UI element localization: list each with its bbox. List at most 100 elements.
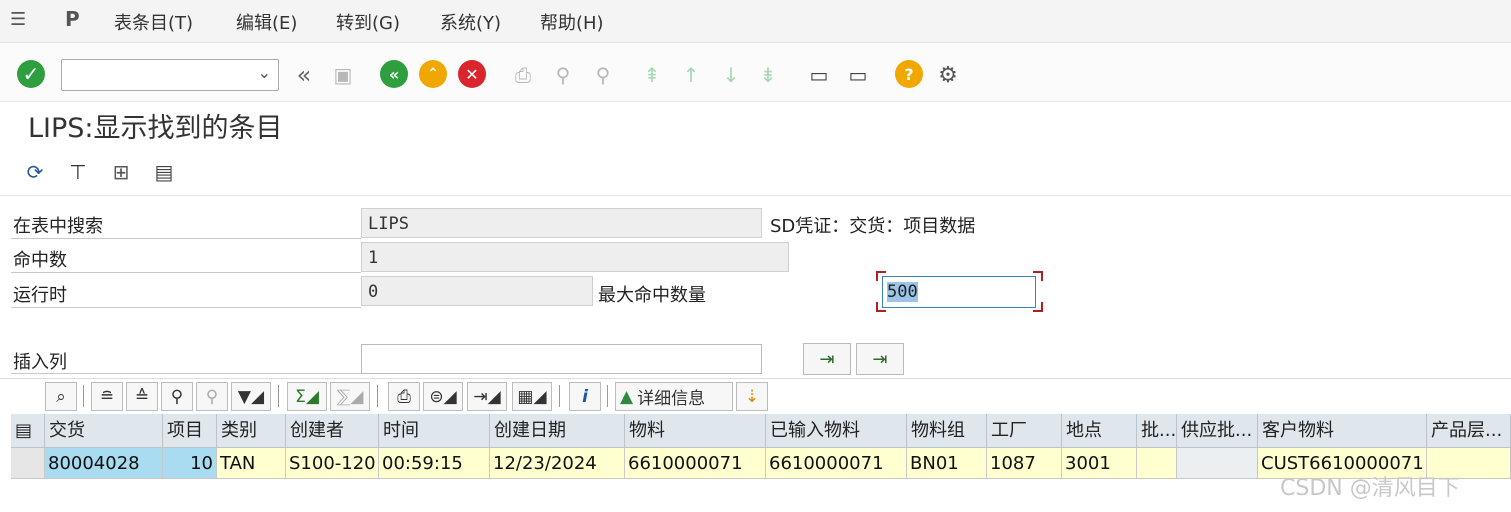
hits-field: 1 xyxy=(361,242,789,272)
help-icon[interactable]: ? xyxy=(895,60,923,88)
shortcut-icon[interactable]: ▭ xyxy=(843,60,873,90)
menu-system[interactable]: 系统(Y) xyxy=(440,9,501,35)
table-cell[interactable]: TAN xyxy=(217,448,286,479)
column-header[interactable]: 工厂 xyxy=(987,414,1062,448)
table-cell[interactable]: 3001 xyxy=(1062,448,1137,479)
table-cell[interactable]: 6610000071 xyxy=(766,448,907,479)
column-header[interactable]: 交货 xyxy=(45,414,163,448)
application-toolbar: ⟳ ⊤ ⊞ ▤ xyxy=(0,148,1511,196)
column-header[interactable]: 已输入物料 xyxy=(766,414,907,448)
first-page-icon[interactable]: ⇞ xyxy=(637,60,667,90)
info-icon[interactable]: i xyxy=(569,382,601,411)
find-next-icon[interactable]: ⚲ xyxy=(588,60,618,90)
next-page-icon[interactable]: ↓ xyxy=(716,60,746,90)
views-icon[interactable]: ⊜◢ xyxy=(423,382,463,411)
insert-icon: ⇥ xyxy=(819,348,835,370)
row-selector[interactable] xyxy=(11,448,45,479)
menu-bar: ☰ P 表条目(T) 编辑(E) 转到(G) 系统(Y) 帮助(H) xyxy=(0,0,1511,43)
column-header[interactable]: 产品层... xyxy=(1427,414,1511,448)
sort-descending-icon[interactable]: ≙ xyxy=(126,382,158,411)
watermark: CSDN @清风目下 xyxy=(1280,476,1460,501)
select-all-icon[interactable]: ▤ xyxy=(11,414,45,448)
column-header[interactable]: 供应批... xyxy=(1177,414,1258,448)
column-header[interactable]: 项目 xyxy=(163,414,217,448)
divider xyxy=(11,238,361,239)
table-description: SD凭证：交货：项目数据 xyxy=(770,216,976,237)
separator xyxy=(607,385,608,407)
detail-info-button[interactable]: ▲ 详细信息 xyxy=(615,382,733,411)
export-icon[interactable]: ⇥◢ xyxy=(467,382,507,411)
sort-drill-icon[interactable]: ⇣ xyxy=(736,382,768,411)
sort-ascending-icon[interactable]: ≘ xyxy=(91,382,123,411)
table-cell[interactable]: 6610000071 xyxy=(625,448,766,479)
table-cell[interactable]: S100-120 xyxy=(286,448,379,479)
runtime-label: 运行时 xyxy=(13,285,67,306)
column-header[interactable]: 类别 xyxy=(217,414,286,448)
refresh-icon[interactable]: ⟳ xyxy=(21,158,49,186)
focus-corner xyxy=(876,271,886,281)
sap-p-icon[interactable]: P xyxy=(65,7,80,31)
table-cell[interactable] xyxy=(1137,448,1177,479)
insert-column-label: 插入列 xyxy=(13,352,67,373)
selection-criteria-icon[interactable]: ⊤ xyxy=(64,158,92,186)
menu-help[interactable]: 帮助(H) xyxy=(540,9,604,35)
save-icon[interactable]: ▣ xyxy=(328,60,358,90)
menu-edit[interactable]: 编辑(E) xyxy=(236,9,297,35)
find-next-icon[interactable]: ⚲ xyxy=(196,382,228,411)
table-cell[interactable]: 80004028 xyxy=(45,448,163,479)
focus-corner xyxy=(1033,302,1043,312)
menu-table-entry[interactable]: 表条目(T) xyxy=(114,9,193,35)
back-double-icon[interactable]: « xyxy=(289,60,319,90)
max-hits-label: 最大命中数量 xyxy=(598,285,706,306)
max-hits-value: 500 xyxy=(887,282,918,302)
table-cell[interactable]: 10 xyxy=(163,448,217,479)
page-title: LIPS:显示找到的条目 xyxy=(28,113,283,144)
column-header[interactable]: 地点 xyxy=(1062,414,1137,448)
prev-page-icon[interactable]: ↑ xyxy=(676,60,706,90)
layout-icon[interactable]: ▦◢ xyxy=(512,382,552,411)
command-field[interactable]: ⌄ xyxy=(61,59,279,91)
column-header[interactable]: 时间 xyxy=(379,414,490,448)
column-header[interactable]: 创建者 xyxy=(286,414,379,448)
back-icon[interactable]: « xyxy=(380,60,408,88)
table-cell[interactable]: 1087 xyxy=(987,448,1062,479)
insert-column-input[interactable] xyxy=(361,344,762,374)
column-header[interactable]: 创建日期 xyxy=(490,414,625,448)
create-session-icon[interactable]: ▭ xyxy=(804,60,834,90)
table-cell[interactable]: 12/23/2024 xyxy=(490,448,625,479)
column-header[interactable]: 批... xyxy=(1137,414,1177,448)
insert-column-button[interactable]: ⇥ xyxy=(803,343,851,375)
last-page-icon[interactable]: ⇟ xyxy=(753,60,783,90)
alv-toolbar: ⌕ ≘ ≙ ⚲ ⚲ ▼◢ Σ◢ ⅀◢ ⎙ ⊜◢ ⇥◢ ▦◢ i ▲ 详细信息 ⇣ xyxy=(0,378,1511,415)
separator xyxy=(377,385,378,407)
find-icon[interactable]: ⚲ xyxy=(548,60,578,90)
table-cell[interactable]: BN01 xyxy=(907,448,987,479)
cancel-icon[interactable]: ✕ xyxy=(458,60,486,88)
find-icon[interactable]: ⚲ xyxy=(161,382,193,411)
menu-goto[interactable]: 转到(G) xyxy=(336,9,400,35)
column-header[interactable]: 客户物料 xyxy=(1258,414,1427,448)
subtotal-icon[interactable]: ⅀◢ xyxy=(330,382,370,411)
table-cell[interactable]: 00:59:15 xyxy=(379,448,490,479)
max-hits-input[interactable]: 500 xyxy=(882,276,1036,308)
details-icon[interactable]: ⌕ xyxy=(45,382,77,411)
menu-icon[interactable]: ☰ xyxy=(10,9,26,30)
landscape-icon: ▲ xyxy=(620,386,634,407)
filter-icon[interactable]: ▼◢ xyxy=(231,382,271,411)
table-cell[interactable] xyxy=(1177,448,1258,479)
detail-info-label: 详细信息 xyxy=(637,389,706,409)
column-header[interactable]: 物料 xyxy=(625,414,766,448)
print-icon[interactable]: ⎙ xyxy=(508,60,538,90)
exit-icon[interactable]: ⌃ xyxy=(419,60,447,88)
search-in-table-label: 在表中搜索 xyxy=(13,216,103,237)
chevron-down-icon[interactable]: ⌄ xyxy=(258,63,271,82)
settings-icon[interactable]: ⚙ xyxy=(933,60,963,90)
hits-label: 命中数 xyxy=(13,250,67,271)
enter-icon[interactable]: ✓ xyxy=(17,60,45,88)
list-output-icon[interactable]: ▤ xyxy=(150,158,178,186)
print-preview-icon[interactable]: ⎙ xyxy=(388,382,420,411)
insert-column-end-button[interactable]: ⇥ xyxy=(856,343,904,375)
field-selection-icon[interactable]: ⊞ xyxy=(107,158,135,186)
column-header[interactable]: 物料组 xyxy=(907,414,987,448)
sum-icon[interactable]: Σ◢ xyxy=(287,382,327,411)
